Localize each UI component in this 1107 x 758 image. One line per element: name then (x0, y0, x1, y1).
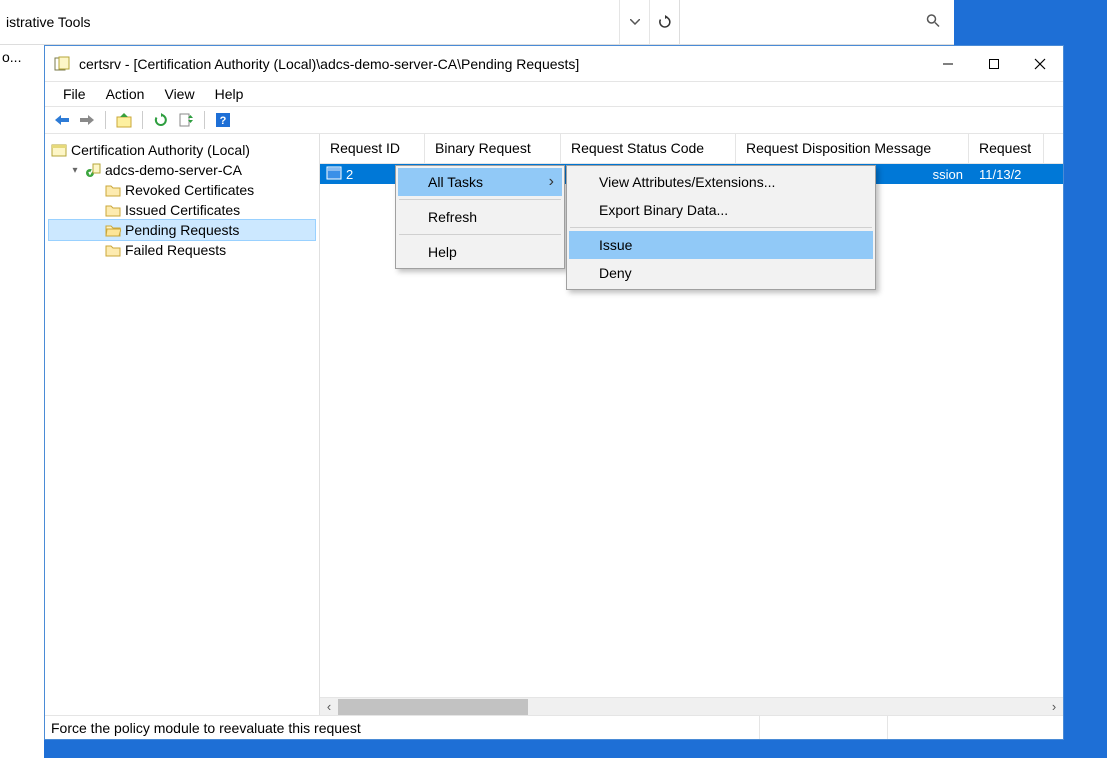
tree-item-issued[interactable]: Issued Certificates (49, 200, 315, 220)
context-separator (399, 234, 561, 235)
ctx-refresh[interactable]: Refresh (398, 203, 562, 231)
context-submenu-all-tasks: View Attributes/Extensions... Export Bin… (566, 165, 876, 290)
forward-button[interactable] (76, 109, 98, 131)
context-separator (399, 199, 561, 200)
menu-bar: File Action View Help (45, 82, 1063, 106)
context-menu: All Tasks Refresh Help (395, 165, 565, 269)
tree-item-label: Failed Requests (125, 242, 226, 258)
scroll-right-button[interactable]: › (1045, 699, 1063, 715)
breadcrumb-fragment: istrative Tools (6, 14, 91, 30)
horizontal-scrollbar[interactable]: ‹ › (320, 697, 1063, 715)
expand-icon[interactable]: ▾ (69, 165, 81, 176)
minimize-button[interactable] (925, 49, 971, 79)
maximize-button[interactable] (971, 49, 1017, 79)
explorer-address-bar: istrative Tools (0, 0, 954, 45)
tree-ca[interactable]: ▾ adcs-demo-server-CA (49, 160, 315, 180)
tree-item-pending[interactable]: Pending Requests (49, 220, 315, 240)
status-bar: Force the policy module to reevaluate th… (45, 715, 1063, 739)
explorer-search-box[interactable] (680, 0, 954, 44)
result-list: Request ID Binary Request Request Status… (320, 134, 1063, 715)
svg-text:?: ? (220, 115, 227, 127)
status-text: Force the policy module to reevaluate th… (51, 720, 759, 736)
tree-item-label: Issued Certificates (125, 202, 240, 218)
toolbar-separator (204, 111, 205, 129)
titlebar: certsrv - [Certification Authority (Loca… (45, 46, 1063, 82)
left-fragment-text: o... (2, 49, 44, 65)
submitted-value: 11/13/2 (969, 167, 1044, 182)
ctx-deny[interactable]: Deny (569, 259, 873, 287)
request-icon (326, 166, 342, 183)
status-cell-3 (887, 716, 1063, 739)
folder-open-icon (105, 223, 121, 237)
folder-icon (105, 203, 121, 217)
tree-root-label: Certification Authority (Local) (71, 142, 250, 158)
column-headers: Request ID Binary Request Request Status… (320, 134, 1063, 164)
scroll-left-button[interactable]: ‹ (320, 699, 338, 715)
tree-root[interactable]: Certification Authority (Local) (49, 140, 315, 160)
ctx-help[interactable]: Help (398, 238, 562, 266)
explorer-left-column-fragment: o... (0, 45, 44, 758)
ctx-all-tasks[interactable]: All Tasks (398, 168, 562, 196)
column-disposition[interactable]: Request Disposition Message (736, 134, 969, 163)
menu-view[interactable]: View (154, 84, 204, 104)
ca-root-icon (51, 142, 67, 158)
ctx-view-attributes[interactable]: View Attributes/Extensions... (569, 168, 873, 196)
folder-icon (105, 183, 121, 197)
scroll-track[interactable] (338, 699, 1045, 715)
toolbar-separator (142, 111, 143, 129)
status-cell-2 (759, 716, 887, 739)
ctx-export-binary[interactable]: Export Binary Data... (569, 196, 873, 224)
tree-item-label: Pending Requests (125, 222, 239, 238)
help-button[interactable]: ? (212, 109, 234, 131)
column-request-id[interactable]: Request ID (320, 134, 425, 163)
up-button[interactable] (113, 109, 135, 131)
column-status-code[interactable]: Request Status Code (561, 134, 736, 163)
address-refresh-button[interactable] (649, 0, 679, 44)
toolbar: ? (45, 106, 1063, 134)
ca-icon (85, 162, 101, 178)
close-button[interactable] (1017, 49, 1063, 79)
folder-icon (105, 243, 121, 257)
client-area: Certification Authority (Local) ▾ adcs-d… (45, 134, 1063, 715)
export-list-button[interactable] (175, 109, 197, 131)
rows-area: 2 ssion 11/13/2 All Tasks Refresh Help (320, 164, 1063, 697)
certsrv-window: certsrv - [Certification Authority (Loca… (44, 45, 1064, 740)
menu-help[interactable]: Help (205, 84, 254, 104)
window-title: certsrv - [Certification Authority (Loca… (79, 56, 925, 72)
menu-file[interactable]: File (53, 84, 96, 104)
column-request-submitted[interactable]: Request (969, 134, 1044, 163)
scope-tree[interactable]: Certification Authority (Local) ▾ adcs-d… (45, 134, 320, 715)
tree-item-label: Revoked Certificates (125, 182, 254, 198)
back-button[interactable] (51, 109, 73, 131)
address-box[interactable]: istrative Tools (0, 0, 680, 44)
refresh-button[interactable] (150, 109, 172, 131)
request-id-value: 2 (346, 167, 353, 182)
toolbar-separator (105, 111, 106, 129)
tree-ca-label: adcs-demo-server-CA (105, 162, 242, 178)
app-icon (53, 55, 71, 73)
address-dropdown-button[interactable] (619, 0, 649, 44)
scroll-thumb[interactable] (338, 699, 528, 715)
tree-item-failed[interactable]: Failed Requests (49, 240, 315, 260)
ctx-issue[interactable]: Issue (569, 231, 873, 259)
search-icon (926, 14, 940, 31)
column-binary-request[interactable]: Binary Request (425, 134, 561, 163)
tree-item-revoked[interactable]: Revoked Certificates (49, 180, 315, 200)
menu-action[interactable]: Action (96, 84, 155, 104)
context-separator (570, 227, 872, 228)
